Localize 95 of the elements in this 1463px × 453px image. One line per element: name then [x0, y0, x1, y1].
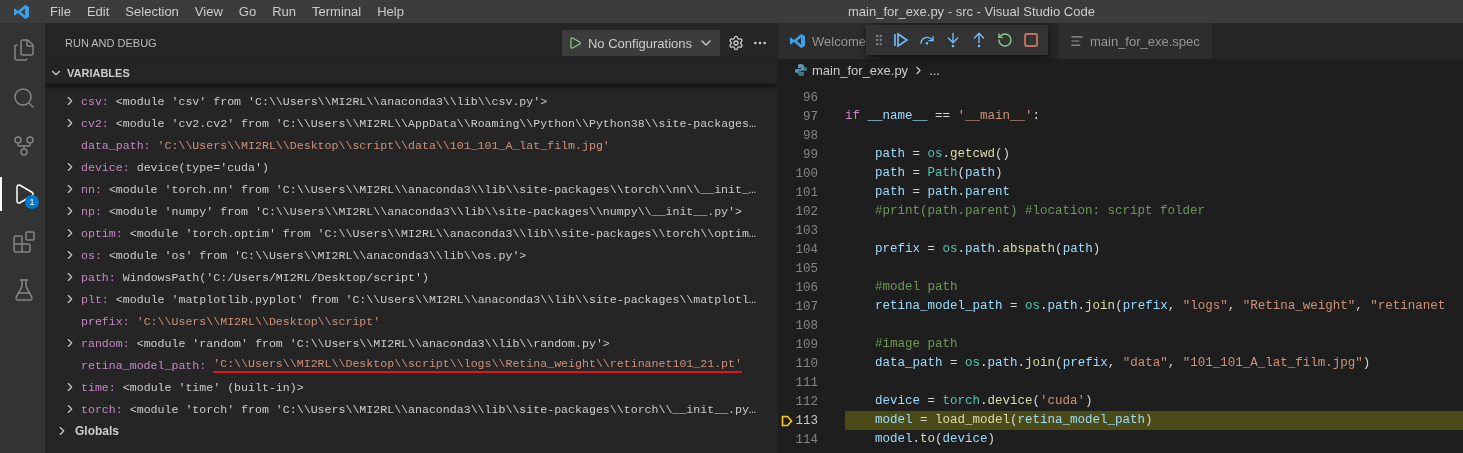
- code-line: if __name__ == '__main__':: [845, 108, 1042, 125]
- lines-icon: [1069, 34, 1084, 48]
- line-number: 113: [795, 413, 818, 428]
- app-logo-icon: [14, 3, 30, 20]
- variable-value: <module 'os' from 'C:\\Users\\MI2RL\\anaconda3\\lib\\os.py'>: [108, 248, 527, 262]
- line-number: 103: [795, 223, 818, 238]
- blocks-icon: [11, 230, 36, 254]
- variable-name: time:: [81, 380, 116, 394]
- arrow-up-dot-icon: [971, 32, 987, 48]
- arrow-down-dot-icon: [945, 32, 961, 48]
- variable-value: <module 'csv' from 'C:\\Users\\MI2RL\\anaconda3\\lib\\csv.py'>: [115, 94, 548, 108]
- variable-name: torch:: [81, 402, 123, 416]
- app-logo-icon: [790, 33, 806, 49]
- variable-value: <module 'numpy' from 'C:\\Users\\MI2RL\\anaconda3\\lib\\site-packages\\numpy\\__init__.py'>: [108, 204, 742, 218]
- variable-value: 'C:\\Users\\MI2RL\\Desktop\\script\\data\\101_101_A_lat_film.jpg': [157, 138, 610, 152]
- variable-value: device(type='cuda'): [136, 160, 269, 174]
- code-line: #model path: [874, 279, 959, 296]
- variable-value: <module 'torch.optim' from 'C:\\Users\\MI2RL\\anaconda3\\lib\\site-packages\\torch\\optim…: [129, 226, 756, 240]
- python-icon: [794, 63, 808, 77]
- variable-name: device:: [81, 160, 130, 174]
- line-number: 96: [803, 90, 818, 105]
- line-number: 108: [795, 318, 818, 333]
- count-badge: 1: [25, 195, 39, 209]
- bar-triangle-icon: [893, 32, 909, 48]
- variable-name: csv:: [81, 94, 109, 108]
- code-line: retina_model_path = os.path.join(prefix, "logs", "Retina_weight", "retinanet: [874, 298, 1447, 315]
- variable-name: nn:: [81, 182, 102, 196]
- variable-name: np:: [81, 204, 102, 218]
- configuration-dropdown[interactable]: No Configurations: [561, 30, 720, 56]
- code-line: model.to(device): [874, 431, 997, 448]
- code-line: path = Path(path): [874, 165, 1004, 182]
- window-title: main_for_exe.py - src - Visual Studio Code: [848, 4, 1095, 19]
- menu-item[interactable]: Run: [264, 4, 304, 19]
- panel-title: RUN AND DEBUG: [65, 37, 158, 49]
- line-number: 99: [803, 147, 818, 162]
- square-icon: [1023, 32, 1039, 48]
- variable-value: <module 'time' (built-in)>: [122, 380, 304, 394]
- variable-name: cv2:: [81, 116, 109, 130]
- variable-name: data_path:: [81, 138, 151, 152]
- variable-name: optim:: [81, 226, 123, 240]
- menu-item[interactable]: Selection: [117, 4, 187, 19]
- tree-item[interactable]: Globals: [45, 420, 778, 442]
- code-line: #print(path.parent) #location: script folder: [874, 203, 1207, 220]
- variable-value: <module 'cv2.cv2' from 'C:\\Users\\MI2RL\\AppData\\Roaming\\Python\\Python38\\site-packages…: [115, 116, 756, 130]
- line-number: 98: [803, 128, 818, 143]
- line-number: 111: [795, 375, 818, 390]
- variable-name: os:: [81, 248, 102, 262]
- code-line: #image path: [874, 336, 959, 353]
- variable-name: random:: [81, 336, 130, 350]
- code-line: device = torch.device('cuda'): [874, 393, 1094, 410]
- variable-value: <module 'matplotlib.pyplot' from 'C:\\Users\\MI2RL\\anaconda3\\lib\\site-packages\\matplotl…: [115, 292, 756, 306]
- code-line: path = path.parent: [874, 184, 1012, 201]
- line-number: 105: [795, 261, 818, 276]
- menu-item[interactable]: Terminal: [304, 4, 370, 19]
- breakpoint-arrow-icon: [781, 414, 793, 427]
- variable-name: prefix:: [81, 314, 130, 328]
- line-number: 100: [795, 166, 818, 181]
- section-header[interactable]: VARIABLES: [45, 63, 778, 84]
- menu-item[interactable]: Go: [230, 4, 265, 19]
- restart-icon: [997, 32, 1013, 48]
- editor-tab[interactable]: Welcome: [778, 23, 878, 59]
- play-icon: [567, 36, 582, 50]
- variable-value: <module 'random' from 'C:\\Users\\MI2RL\\anaconda3\\lib\\random.py'>: [136, 336, 610, 350]
- settings-icon[interactable]: [728, 35, 744, 51]
- line-number: 114: [795, 432, 818, 447]
- variable-name: retina_model_path:: [81, 358, 207, 372]
- code-line: path = os.getcwd(): [874, 146, 1012, 163]
- branch-icon: [11, 134, 36, 158]
- variable-value: <module 'torch' from 'C:\\Users\\MI2RL\\anaconda3\\lib\\site-packages\\torch\\__init__.py…: [129, 402, 756, 416]
- line-number: 101: [795, 185, 818, 200]
- search-icon: [11, 86, 36, 110]
- line-number: 97: [803, 109, 818, 124]
- files-icon: [11, 38, 36, 62]
- line-number: 109: [795, 337, 818, 352]
- menu-item[interactable]: View: [186, 4, 231, 19]
- menu-item[interactable]: File: [42, 4, 79, 19]
- variable-value: 'C:\\Users\\MI2RL\\Desktop\\script\\logs\\Retina_weight\\retinanet101_21.pt': [213, 357, 742, 373]
- line-number: 106: [795, 280, 818, 295]
- variable-value: <module 'torch.nn' from 'C:\\Users\\MI2RL\\anaconda3\\lib\\site-packages\\torch\\nn\\__init_…: [108, 182, 756, 196]
- menu-item[interactable]: Help: [369, 4, 412, 19]
- variable-value: WindowsPath('C:/Users/MI2RL/Desktop/script'): [122, 270, 429, 284]
- variable-name: plt:: [81, 292, 109, 306]
- line-number: 107: [795, 299, 818, 314]
- code-line: prefix = os.path.abspath(path): [874, 241, 1102, 258]
- code-line: data_path = os.path.join(prefix, "data", "101_101_A_lat_film.jpg"): [874, 355, 1372, 372]
- line-number: 104: [795, 242, 818, 257]
- line-number: 110: [795, 356, 818, 371]
- menu-item[interactable]: Edit: [78, 4, 118, 19]
- breadcrumb-item[interactable]: ...: [929, 62, 940, 78]
- line-number: 112: [795, 394, 818, 409]
- editor-tab[interactable]: main_for_exe.spec: [1057, 23, 1212, 59]
- line-number: 102: [795, 204, 818, 219]
- variable-value: 'C:\\Users\\MI2RL\\Desktop\\script': [136, 314, 381, 328]
- variable-name: path:: [81, 270, 116, 284]
- breadcrumb-item[interactable]: main_for_exe.py: [812, 62, 909, 78]
